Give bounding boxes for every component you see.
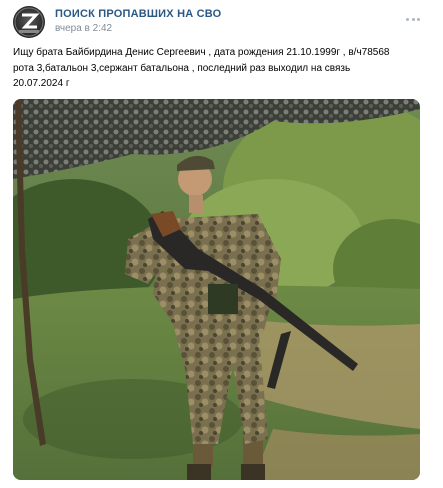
post-photo[interactable] — [13, 99, 420, 480]
group-name-link[interactable]: ПОИСК ПРОПАВШИХ НА СВО — [55, 8, 221, 20]
group-avatar[interactable] — [13, 6, 45, 38]
more-dot — [411, 18, 415, 21]
more-dot — [406, 18, 409, 21]
more-dot — [417, 18, 420, 21]
post-text-line: рота 3,батальон 3,сержант батальона , по… — [13, 62, 351, 74]
post-text-line: 20.07.2024 г — [13, 78, 70, 89]
post-text-line: Ищу брата Байбирдина Денис Сергеевич , д… — [13, 47, 390, 58]
post-timestamp[interactable]: вчера в 2:42 — [55, 23, 112, 34]
soldier-photo-image — [13, 99, 420, 480]
post-header: ПОИСК ПРОПАВШИХ НА СВО вчера в 2:42 — [0, 0, 443, 42]
more-horizontal-icon[interactable] — [405, 15, 421, 25]
avatar-logo-icon — [14, 7, 44, 37]
post-text: Ищу брата Байбирдина Денис Сергеевич , д… — [13, 45, 431, 92]
wall-post: ПОИСК ПРОПАВШИХ НА СВО вчера в 2:42 Ищу … — [0, 0, 443, 488]
